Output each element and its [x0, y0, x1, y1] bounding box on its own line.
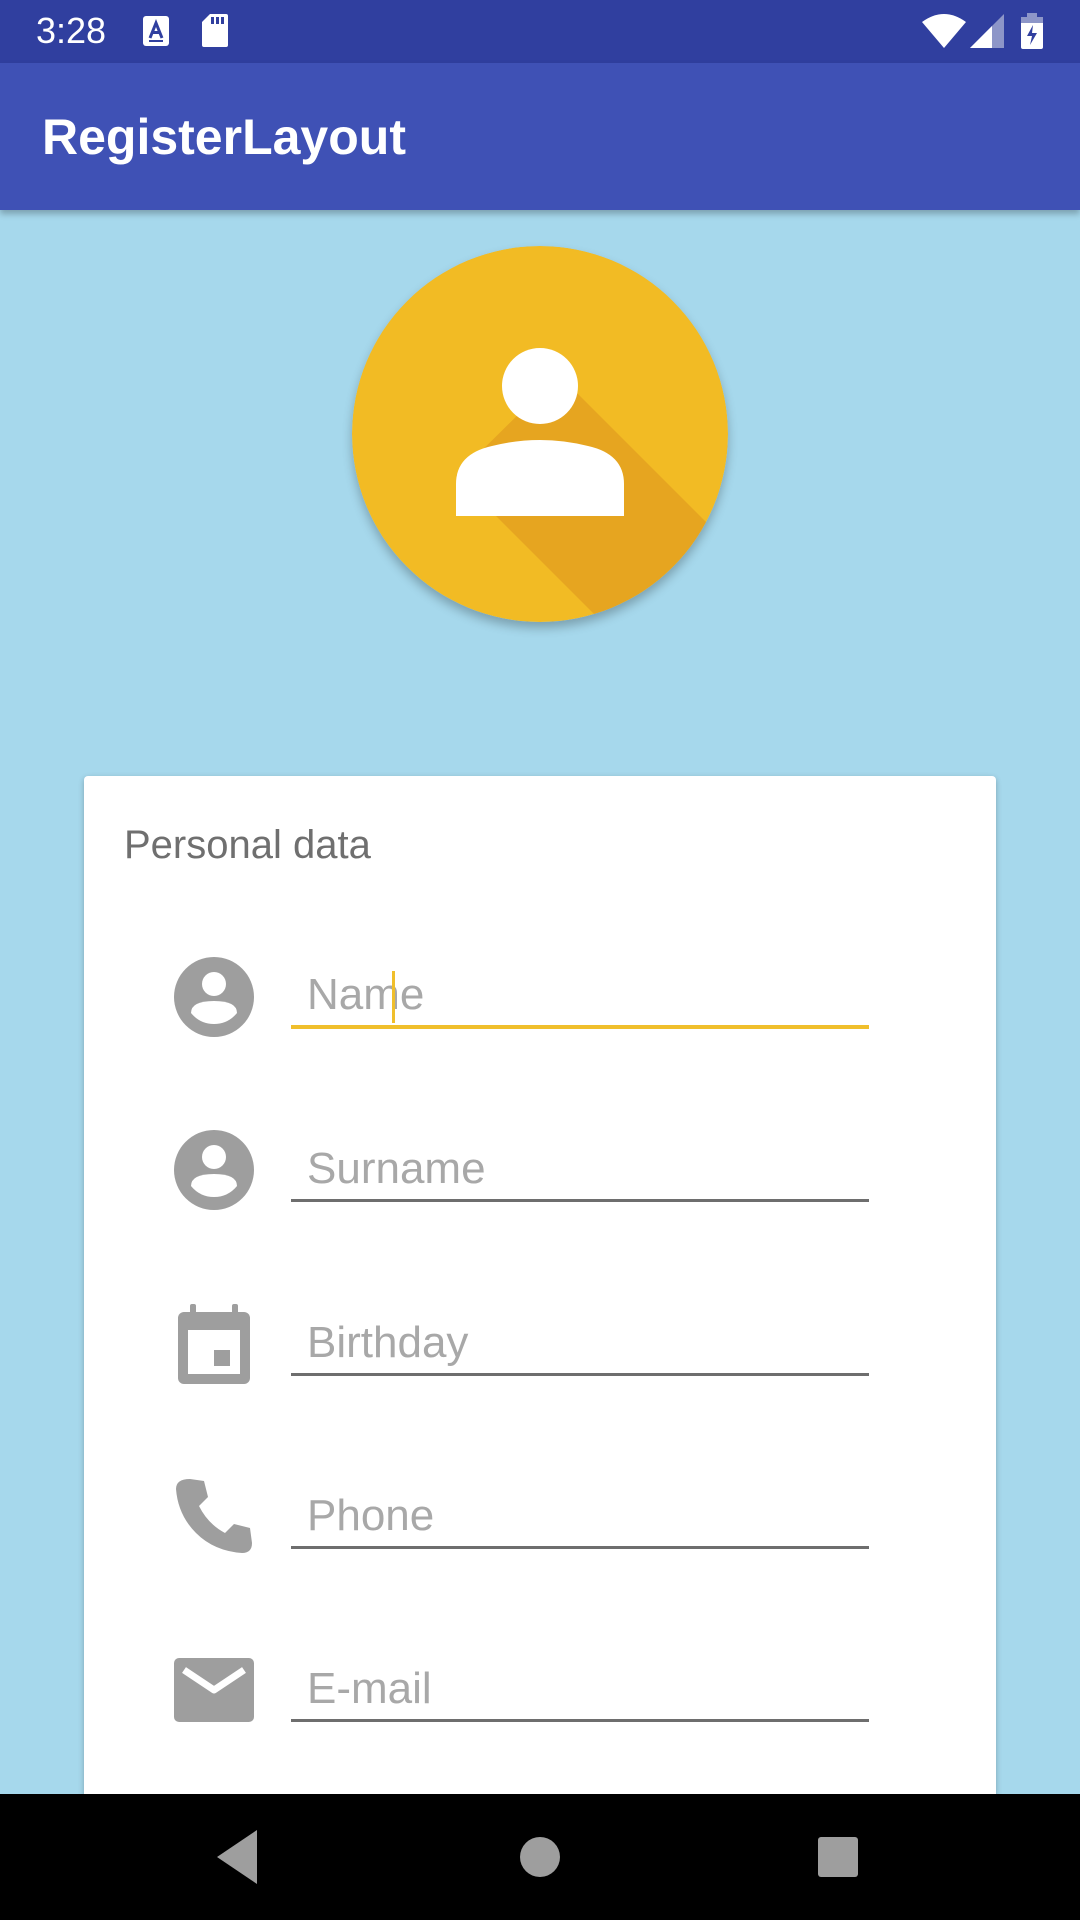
account-circle-icon [174, 957, 254, 1037]
cell-signal-icon [970, 14, 1004, 48]
sd-card-icon [202, 14, 228, 47]
email-icon [174, 1658, 254, 1722]
wifi-icon [922, 14, 966, 48]
card-title: Personal data [124, 823, 371, 867]
avatar [352, 246, 728, 622]
birthday-field-row [84, 1290, 996, 1400]
surname-field-row [84, 1116, 996, 1226]
personal-data-card: Personal data [84, 776, 996, 1920]
keyboard-a-icon [143, 16, 169, 46]
phone-field-row [84, 1463, 996, 1573]
account-circle-icon [174, 1130, 254, 1210]
text-caret [392, 971, 395, 1023]
calendar-icon [178, 1304, 250, 1384]
email-input[interactable] [291, 1658, 869, 1722]
status-time: 3:28 [36, 10, 107, 51]
surname-input[interactable] [291, 1138, 869, 1202]
home-icon[interactable] [507, 1824, 573, 1890]
status-bar: 3:28 [0, 0, 1080, 63]
navigation-bar [0, 1794, 1080, 1920]
screen: 3:28 RegisterLayout Personal data Name S… [0, 0, 1080, 1920]
recents-icon[interactable] [805, 1824, 871, 1890]
birthday-input[interactable] [291, 1312, 869, 1376]
name-field-row [84, 943, 996, 1053]
battery-charging-icon [1021, 13, 1043, 49]
app-bar: RegisterLayout [0, 63, 1080, 210]
email-field-row [84, 1636, 996, 1746]
phone-input[interactable] [291, 1485, 869, 1549]
app-title: RegisterLayout [42, 109, 406, 165]
phone-icon [176, 1479, 252, 1553]
back-icon[interactable] [205, 1824, 271, 1890]
name-input[interactable] [291, 965, 869, 1029]
person-icon [352, 246, 728, 622]
